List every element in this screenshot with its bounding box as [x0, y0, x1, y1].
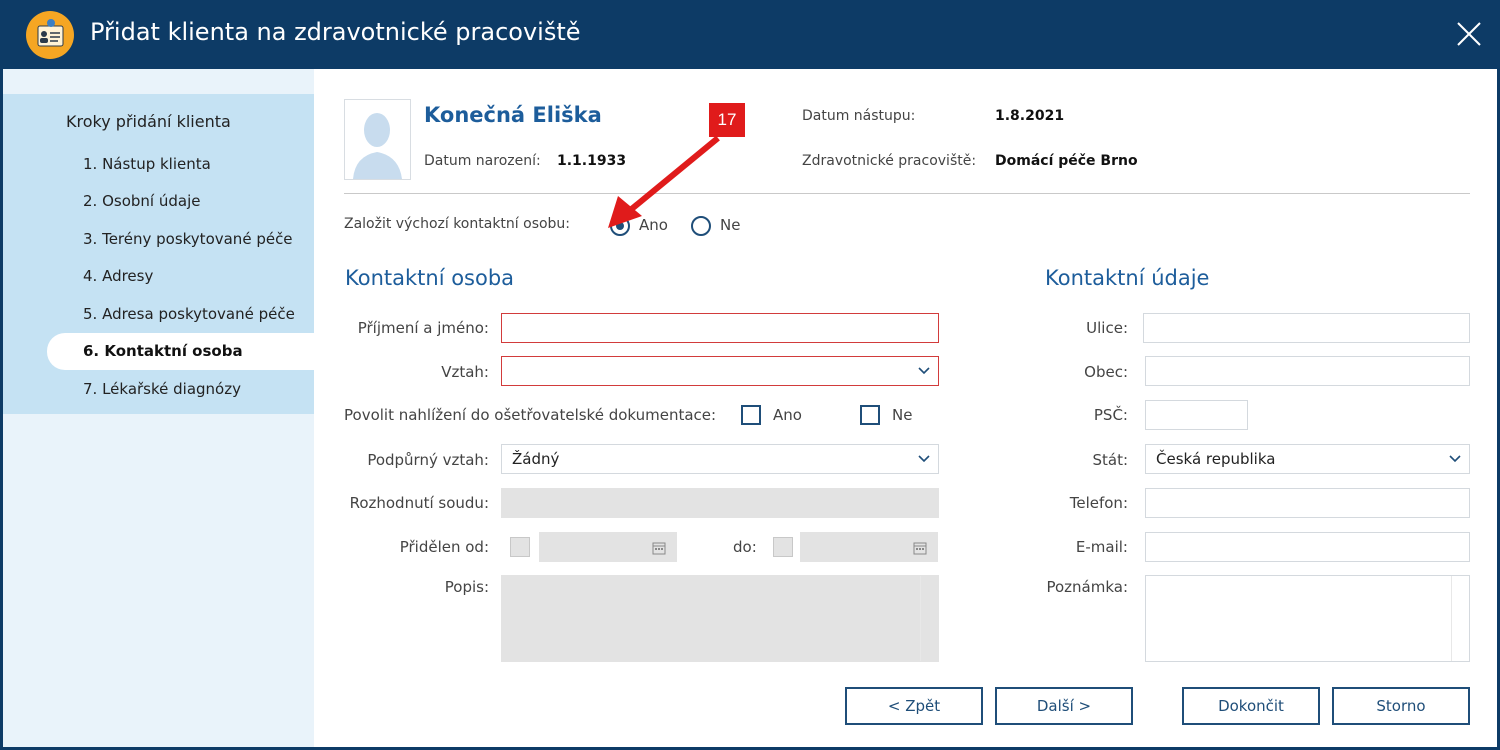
workplace-label: Zdravotnické pracoviště:: [802, 153, 977, 169]
finish-button[interactable]: Dokončit: [1182, 687, 1320, 725]
court-label: Rozhodnutí soudu:: [349, 494, 489, 512]
support-value: Žádný: [512, 450, 560, 468]
steps-sidebar: Kroky přidání klienta 1. Nástup klienta …: [3, 69, 317, 747]
street-label: Ulice:: [1086, 319, 1128, 337]
email-label: E-mail:: [1075, 538, 1128, 556]
note-scrollbar[interactable]: [1451, 576, 1469, 661]
calendar-icon: [913, 542, 927, 555]
step-1[interactable]: 1. Nástup klienta: [83, 146, 211, 182]
note-textarea[interactable]: [1145, 575, 1470, 662]
start-date-label: Datum nástupu:: [802, 108, 916, 124]
assigned-from-label: Přidělen od:: [399, 538, 489, 556]
annotation-arrow: [608, 135, 720, 228]
support-select[interactable]: Žádný: [501, 444, 939, 474]
country-label: Stát:: [1092, 451, 1128, 469]
window-title: Přidat klienta na zdravotnické pracovišt…: [90, 18, 581, 46]
chevron-down-icon: [918, 455, 930, 463]
assigned-to-date: [800, 532, 938, 562]
step-2[interactable]: 2. Osobní údaje: [83, 183, 200, 219]
assigned-to-label: do:: [733, 538, 757, 556]
default-contact-label: Založit výchozí kontaktní osobu:: [344, 216, 571, 232]
access-no-label[interactable]: Ne: [892, 406, 912, 424]
city-input[interactable]: [1145, 356, 1470, 386]
assigned-to-checkbox: [773, 537, 793, 557]
country-select[interactable]: Česká republika: [1145, 444, 1470, 474]
access-yes-checkbox[interactable]: [741, 405, 761, 425]
phone-label: Telefon:: [1069, 494, 1128, 512]
title-bar: Přidat klienta na zdravotnické pracovišt…: [0, 0, 1500, 69]
step-7[interactable]: 7. Lékařské diagnózy: [83, 371, 241, 407]
name-label: Příjmení a jméno:: [357, 319, 489, 337]
header-divider: [344, 193, 1470, 194]
email-input[interactable]: [1145, 532, 1470, 562]
country-value: Česká republika: [1156, 450, 1276, 468]
relation-label: Vztah:: [441, 363, 489, 381]
access-label: Povolit nahlížení do ošetřovatelské doku…: [344, 406, 717, 424]
add-client-icon: [26, 11, 74, 59]
court-input: [501, 488, 939, 518]
contact-person-title: Kontaktní osoba: [345, 266, 515, 290]
support-label: Podpůrný vztah:: [367, 451, 489, 469]
step-3[interactable]: 3. Terény poskytované péče: [83, 221, 293, 257]
calendar-icon: [652, 542, 666, 555]
contact-details-title: Kontaktní údaje: [1045, 266, 1210, 290]
description-scrollbar: [920, 576, 938, 661]
step-6[interactable]: 6. Kontaktní osoba: [83, 333, 243, 370]
access-no-checkbox[interactable]: [860, 405, 880, 425]
back-button[interactable]: < Zpět: [845, 687, 983, 725]
description-textarea: [501, 575, 939, 662]
steps-title: Kroky přidání klienta: [66, 112, 231, 131]
street-input[interactable]: [1143, 313, 1470, 343]
note-label: Poznámka:: [1046, 578, 1128, 596]
step-5[interactable]: 5. Adresa poskytované péče: [83, 296, 295, 332]
annotation-badge: 17: [709, 103, 745, 137]
zip-input[interactable]: [1145, 400, 1248, 430]
city-label: Obec:: [1084, 363, 1128, 381]
close-icon[interactable]: [1452, 17, 1486, 51]
client-name: Konečná Eliška: [424, 103, 602, 127]
birth-date-label: Datum narození:: [424, 153, 541, 169]
chevron-down-icon: [918, 367, 930, 375]
zip-label: PSČ:: [1093, 406, 1128, 424]
assigned-from-date: [539, 532, 677, 562]
relation-select[interactable]: [501, 356, 939, 386]
workplace-value: Domácí péče Brno: [995, 153, 1138, 169]
step-4[interactable]: 4. Adresy: [83, 258, 153, 294]
next-button[interactable]: Další >: [995, 687, 1133, 725]
chevron-down-icon: [1449, 455, 1461, 463]
assigned-from-checkbox: [510, 537, 530, 557]
start-date-value: 1.8.2021: [995, 108, 1065, 124]
client-avatar: [344, 99, 411, 180]
description-label: Popis:: [444, 578, 489, 596]
phone-input[interactable]: [1145, 488, 1470, 518]
access-yes-label[interactable]: Ano: [773, 406, 802, 424]
cancel-button[interactable]: Storno: [1332, 687, 1470, 725]
name-input[interactable]: [501, 313, 939, 343]
